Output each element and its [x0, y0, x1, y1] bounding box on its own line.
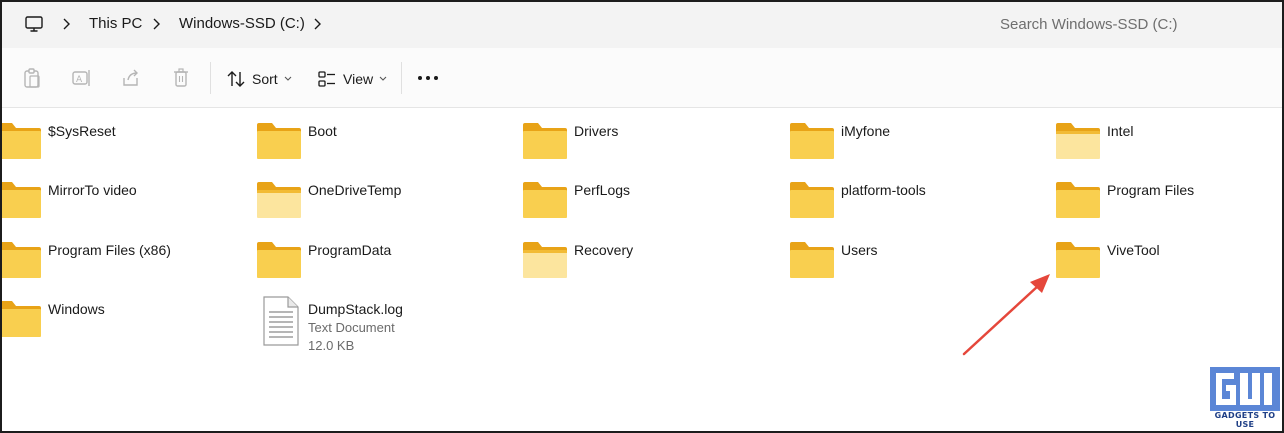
item-name: Boot: [308, 123, 337, 139]
folder-icon: [257, 182, 301, 218]
chevron-down-icon: [284, 76, 292, 81]
item-name: Recovery: [574, 242, 634, 258]
folder-icon: [1056, 182, 1100, 218]
folder-icon: [2, 182, 41, 218]
folder-item[interactable]: MirrorTo video: [2, 181, 236, 233]
folder-icon: [1056, 123, 1100, 159]
computer-icon[interactable]: [24, 14, 44, 34]
view-icon: [318, 71, 335, 87]
item-name: Drivers: [574, 123, 619, 139]
sort-button[interactable]: Sort: [226, 66, 292, 92]
folder-item[interactable]: $SysReset: [2, 122, 236, 174]
folder-icon: [1056, 242, 1100, 278]
folder-icon: [790, 123, 834, 159]
folder-item[interactable]: Boot: [256, 122, 496, 174]
folder-icon: [790, 182, 834, 218]
delete-icon[interactable]: [170, 67, 192, 89]
folder-item[interactable]: ViveTool: [1055, 241, 1282, 293]
toolbar-divider: [210, 62, 211, 94]
chevron-right-icon[interactable]: [60, 15, 74, 33]
watermark-text: GADGETS TO USE: [1214, 411, 1276, 429]
item-name: Program Files: [1107, 182, 1195, 198]
folder-item[interactable]: PerfLogs: [522, 181, 762, 233]
item-name: $SysReset: [48, 123, 116, 139]
folder-item[interactable]: platform-tools: [789, 181, 1029, 233]
svg-text:A: A: [76, 75, 83, 85]
rename-icon[interactable]: A: [70, 67, 92, 89]
chevron-down-icon: [379, 76, 387, 81]
chevron-right-icon[interactable]: [150, 15, 164, 33]
item-name: Program Files (x86): [48, 242, 171, 258]
more-options-icon[interactable]: [416, 67, 440, 89]
folder-item[interactable]: ProgramData: [256, 241, 496, 293]
folder-icon: [257, 242, 301, 278]
breadcrumb-drive[interactable]: Windows-SSD (C:): [179, 15, 305, 32]
folder-item[interactable]: Recovery: [522, 241, 762, 293]
command-bar: A Sort View: [2, 48, 1282, 108]
sort-label: Sort: [252, 71, 278, 87]
item-name: Users: [841, 242, 878, 258]
address-bar[interactable]: This PC Windows-SSD (C:) Search Windows-…: [2, 2, 1282, 48]
item-name: iMyfone: [841, 123, 891, 139]
search-placeholder: Search Windows-SSD (C:): [1000, 16, 1178, 33]
folder-item[interactable]: Intel: [1055, 122, 1282, 174]
folder-item[interactable]: Users: [789, 241, 1029, 293]
share-icon[interactable]: [120, 67, 142, 89]
item-name: platform-tools: [841, 182, 926, 198]
item-name: DumpStack.log: [308, 301, 403, 317]
folder-item[interactable]: iMyfone: [789, 122, 1029, 174]
folder-icon: [523, 242, 567, 278]
folder-icon: [2, 123, 41, 159]
folder-item[interactable]: Program Files (x86): [2, 241, 236, 293]
folder-icon: [790, 242, 834, 278]
item-type: Text Document: [308, 320, 395, 335]
folder-icon: [257, 123, 301, 159]
item-name: OneDriveTemp: [308, 182, 402, 198]
folder-item[interactable]: Drivers: [522, 122, 762, 174]
folder-item[interactable]: OneDriveTemp: [256, 181, 496, 233]
file-explorer-window: This PC Windows-SSD (C:) Search Windows-…: [0, 0, 1284, 433]
item-name: ProgramData: [308, 242, 392, 258]
chevron-right-icon[interactable]: [311, 15, 325, 33]
view-label: View: [343, 71, 374, 87]
toolbar-divider: [401, 62, 402, 94]
item-name: MirrorTo video: [48, 182, 137, 198]
item-name: Intel: [1107, 123, 1134, 139]
folder-icon: [523, 182, 567, 218]
text-file-icon: [263, 296, 299, 346]
search-input[interactable]: Search Windows-SSD (C:): [984, 8, 1280, 42]
folder-item[interactable]: Windows: [2, 300, 236, 352]
item-size: 12.0 KB: [308, 338, 355, 353]
breadcrumb-this-pc[interactable]: This PC: [89, 15, 142, 32]
folder-item[interactable]: Program Files: [1055, 181, 1282, 233]
item-name: PerfLogs: [574, 182, 631, 198]
folder-icon: [2, 301, 41, 337]
item-name: Windows: [48, 301, 105, 317]
folder-icon: [523, 123, 567, 159]
paste-icon[interactable]: [21, 67, 43, 89]
sort-icon: [227, 71, 245, 87]
file-item[interactable]: DumpStack.log Text Document 12.0 KB: [256, 296, 496, 353]
folder-icon: [2, 242, 41, 278]
item-name: ViveTool: [1107, 242, 1160, 258]
view-button[interactable]: View: [317, 66, 387, 92]
